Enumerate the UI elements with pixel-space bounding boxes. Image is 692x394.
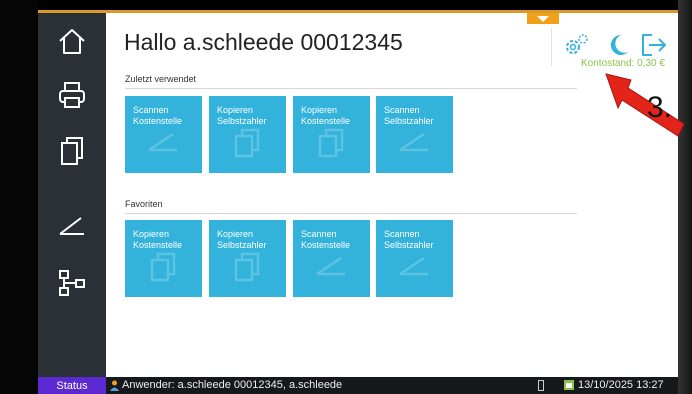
step-number: 3. (647, 91, 673, 124)
annotation-arrow-icon (605, 73, 685, 137)
device-screen: Hallo a.schleede 00012345 Kontostand: 0,… (0, 0, 692, 394)
